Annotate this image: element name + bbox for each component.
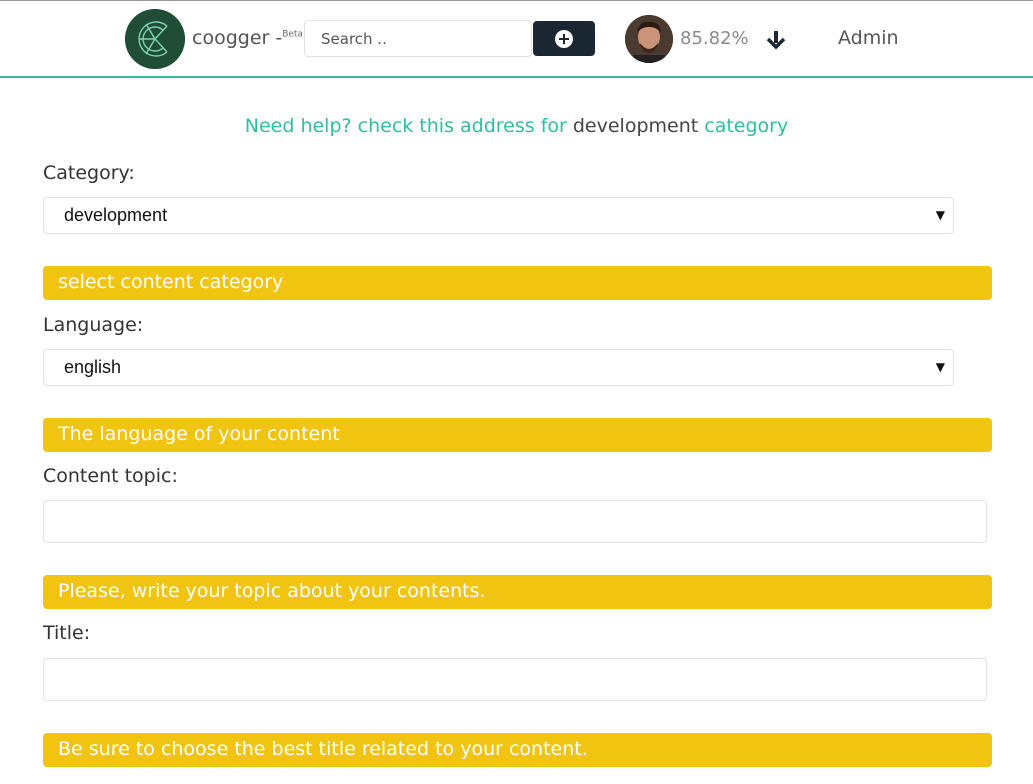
top-navbar: coogger-Beta 85.82% Admin <box>0 1 1033 78</box>
category-hint: select content category <box>43 266 992 300</box>
help-message: Need help? check this address for develo… <box>0 115 1033 137</box>
language-selected-value: english <box>64 357 122 377</box>
topic-hint: Please, write your topic about your cont… <box>43 575 992 609</box>
brand-name[interactable]: coogger -Beta <box>192 27 303 49</box>
language-label: Language: <box>43 314 144 336</box>
help-category-name: development <box>572 115 699 137</box>
brand-text: coogger <box>192 27 270 49</box>
help-prefix[interactable]: Need help? check this address for <box>245 115 567 137</box>
category-label: Category: <box>43 162 135 184</box>
category-selected-value: development <box>64 205 168 225</box>
caret-down-icon: ▼ <box>935 360 945 374</box>
coogger-logo[interactable] <box>125 9 185 69</box>
admin-link[interactable]: Admin <box>838 27 899 49</box>
title-hint: Be sure to choose the best title related… <box>43 733 992 767</box>
arrow-down-icon[interactable] <box>765 28 787 50</box>
language-select[interactable]: english ▼ <box>43 349 954 386</box>
category-select[interactable]: development ▼ <box>43 197 954 234</box>
user-avatar[interactable] <box>625 15 673 63</box>
add-content-button[interactable] <box>533 21 595 56</box>
caret-down-icon: ▼ <box>935 208 945 222</box>
beta-label: Beta <box>282 29 303 40</box>
topic-label: Content topic: <box>43 465 178 487</box>
voting-power: 85.82% <box>680 28 749 49</box>
plus-circle-icon <box>555 29 573 48</box>
title-label: Title: <box>43 622 91 644</box>
help-category-link[interactable]: category <box>704 115 788 137</box>
title-input[interactable] <box>43 658 987 701</box>
search-input[interactable] <box>304 20 532 57</box>
topic-input[interactable] <box>43 500 987 543</box>
language-hint: The language of your content <box>43 418 992 452</box>
